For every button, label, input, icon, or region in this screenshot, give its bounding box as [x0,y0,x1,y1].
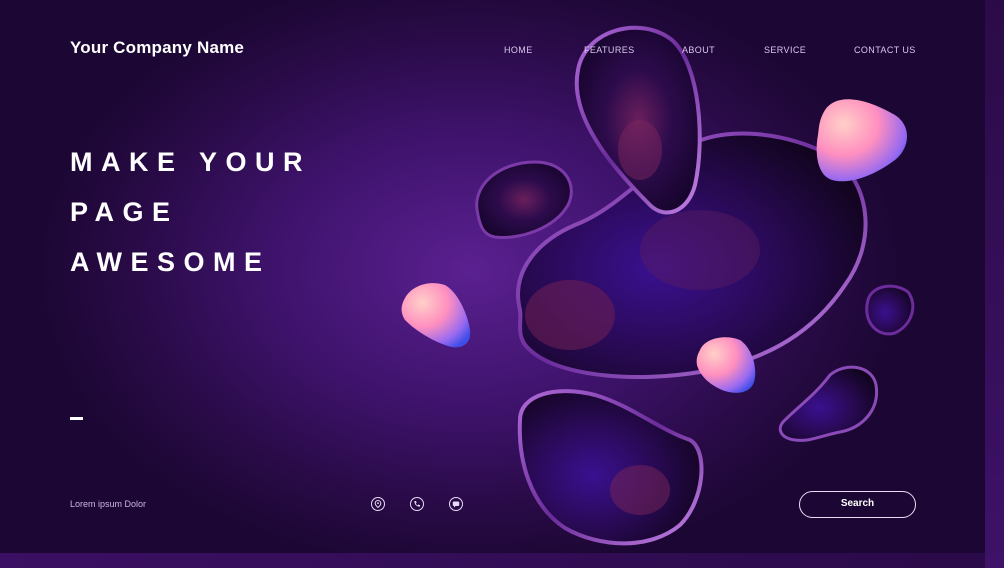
nav-features[interactable]: FEATURES [584,45,635,55]
frame-edge-right [985,0,1004,568]
search-button[interactable]: Search [799,491,916,518]
nav-service[interactable]: SERVICE [764,45,806,55]
footer-tagline: Lorem ipsum Dolor [70,499,147,509]
accent-dash [70,417,83,420]
hero-headline: MAKE YOUR PAGE AWESOME [70,145,311,295]
small-blob-shape [475,160,573,239]
headline-line-2: PAGE [70,197,179,227]
headline-line-1: MAKE YOUR [70,147,312,177]
hero-section: Your Company Name HOME FEATURES ABOUT SE… [0,0,985,553]
phone-icon[interactable] [410,497,424,511]
top-navigation: HOME FEATURES ABOUT SERVICE CONTACT US [0,45,985,59]
right-blob-shape [865,284,915,336]
nav-home[interactable]: HOME [504,45,533,55]
frame-edge-bottom [0,553,1004,568]
location-icon[interactable] [371,497,385,511]
lower-right-blob-shape [778,365,879,442]
nav-contact-us[interactable]: CONTACT US [854,45,916,55]
page-frame: Your Company Name HOME FEATURES ABOUT SE… [0,0,1004,568]
bottom-blob-shape [517,389,704,546]
gradient-triangle-top-right [816,99,908,182]
nav-about[interactable]: ABOUT [682,45,715,55]
gradient-triangle-left [401,283,471,348]
headline-line-3: AWESOME [70,247,271,277]
chat-icon[interactable] [449,497,463,511]
